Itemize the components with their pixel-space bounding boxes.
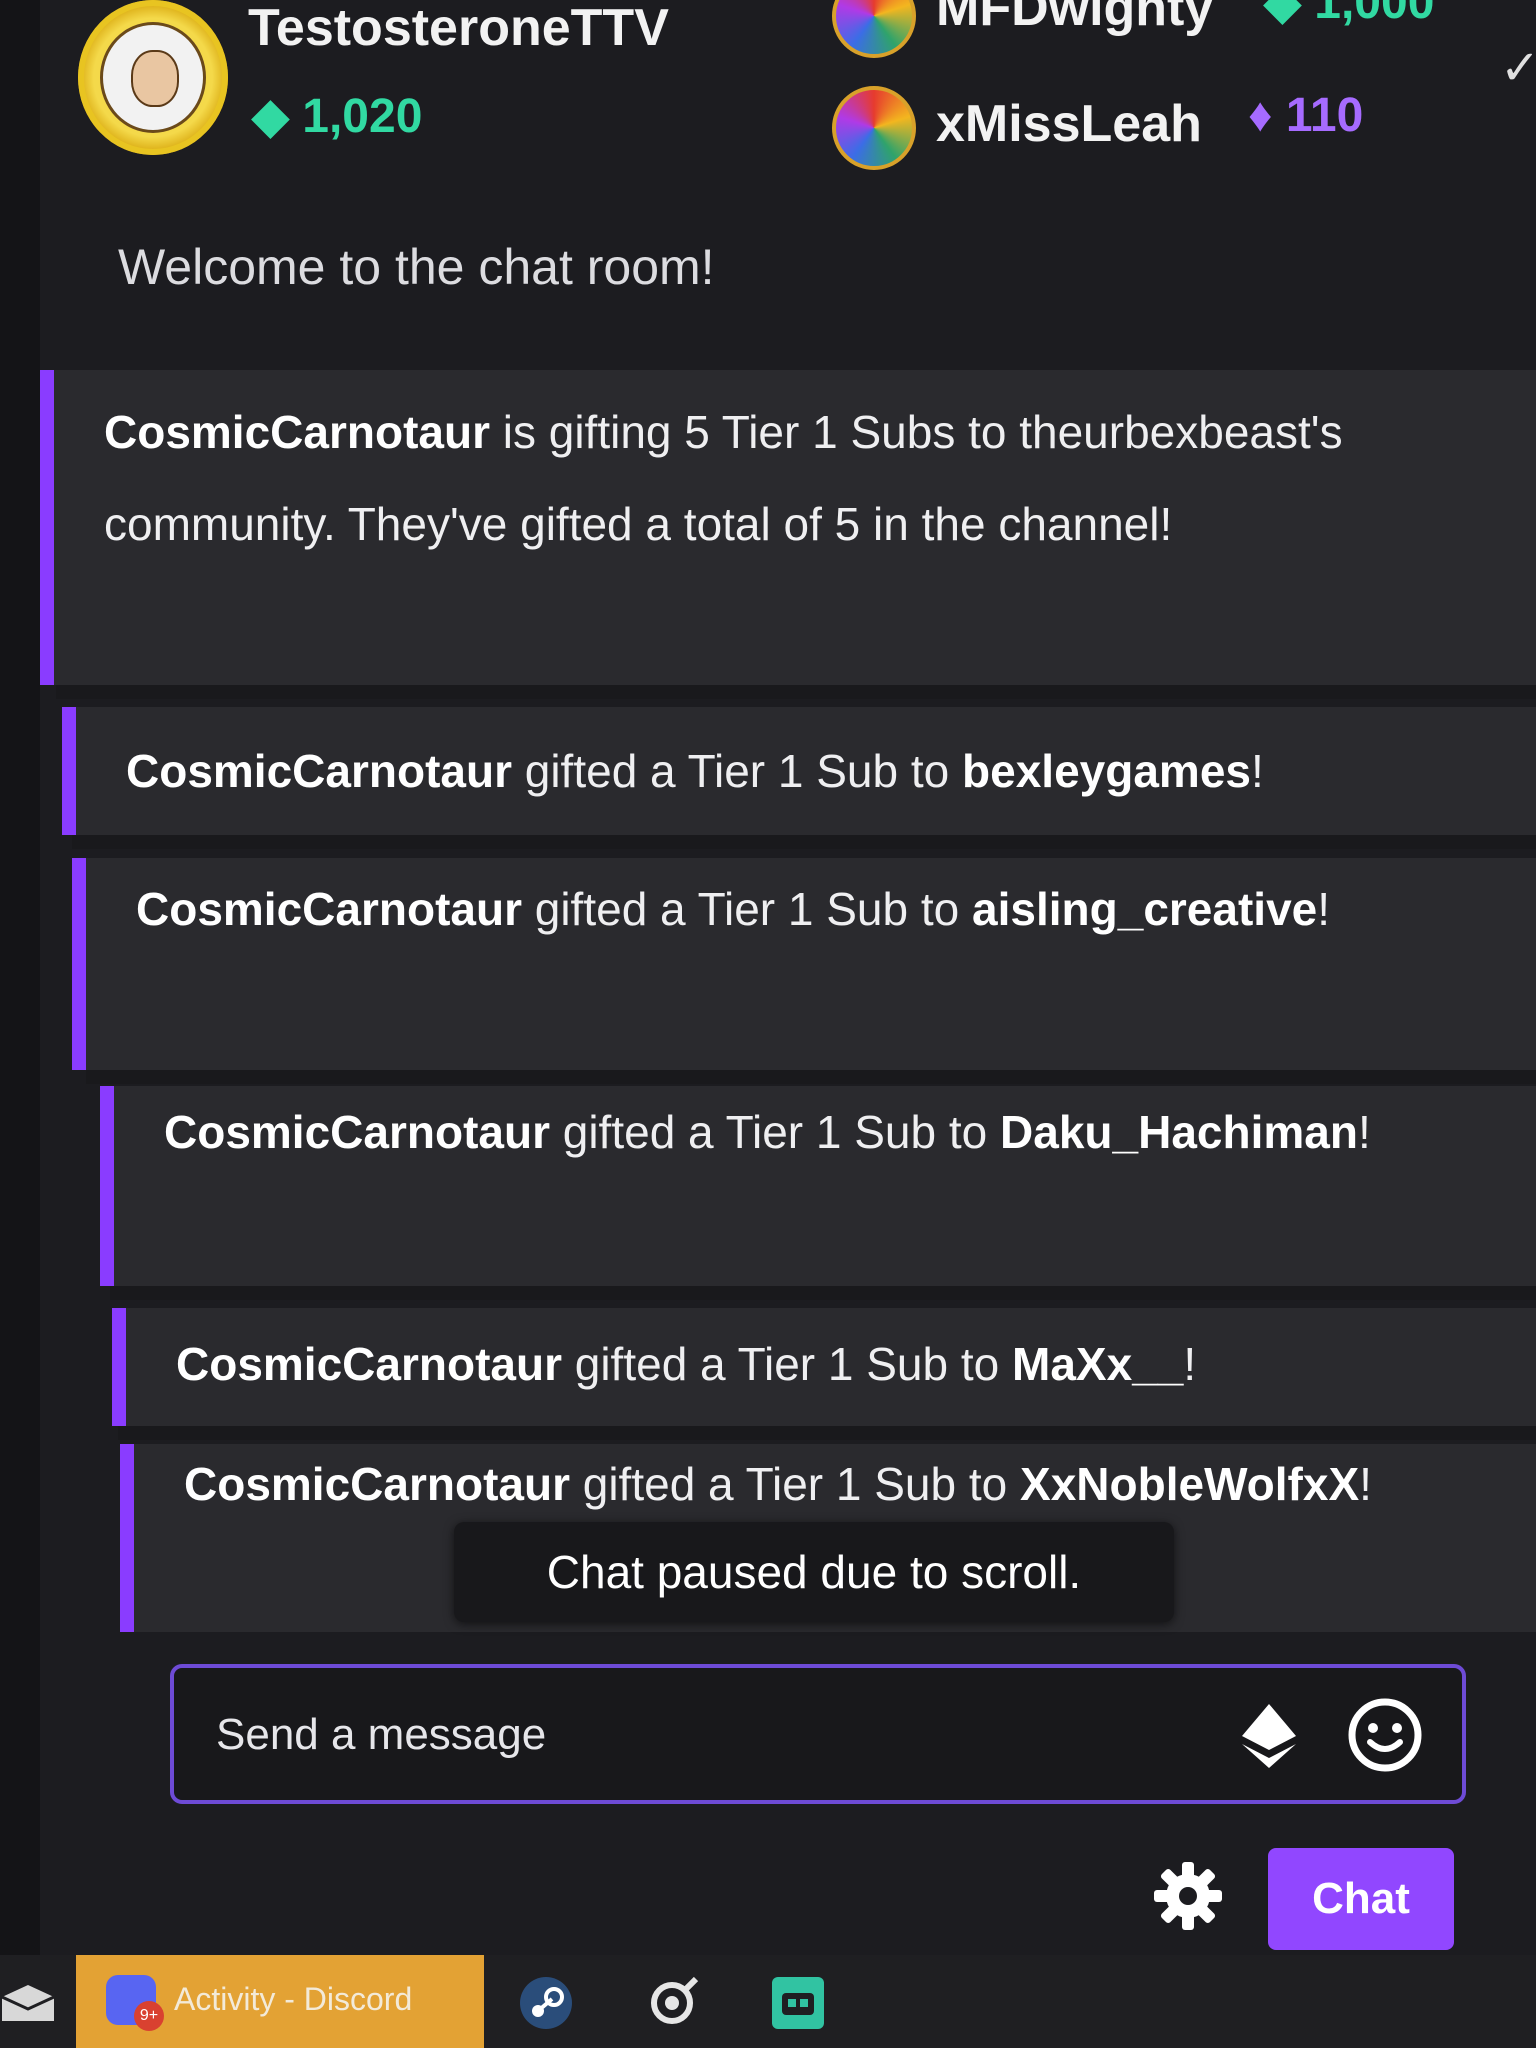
message-recipient[interactable]: bexleygames — [962, 745, 1251, 797]
chat-send-button[interactable]: Chat — [1268, 1848, 1454, 1950]
chat-message: CosmicCarnotaur gifted a Tier 1 Sub to M… — [112, 1308, 1536, 1426]
message-recipient[interactable]: Daku_Hachiman — [1000, 1106, 1358, 1158]
leader-amount-1: ◆ 1,020 — [252, 88, 422, 144]
collapse-chevron-icon[interactable]: ✓ — [1500, 40, 1536, 96]
chat-message: CosmicCarnotaur gifted a Tier 1 Sub to D… — [100, 1086, 1536, 1286]
taskbar: 9+ Activity - Discord — [0, 1955, 1536, 2048]
message-end: ! — [1183, 1338, 1197, 1390]
emote-smile-icon[interactable] — [1346, 1696, 1424, 1774]
leader-amount-3: ♦ 110 — [1248, 88, 1363, 143]
leader-badge-3 — [832, 86, 916, 170]
leader-amount-value-1: 1,020 — [302, 90, 423, 143]
message-input-container — [170, 1664, 1466, 1804]
message-text: gifted a Tier 1 Sub to — [561, 1338, 1013, 1390]
message-username[interactable]: CosmicCarnotaur — [176, 1338, 562, 1390]
bits-icon[interactable] — [1234, 1700, 1304, 1770]
gem-icon: ◆ — [252, 90, 289, 143]
chat-message: CosmicCarnotaur gifted a Tier 1 Sub to b… — [62, 707, 1536, 835]
taskbar-item-label: Activity - Discord — [174, 1981, 413, 2017]
taskbar-item-discord[interactable]: 9+ Activity - Discord — [76, 1955, 484, 2048]
message-username[interactable]: CosmicCarnotaur — [184, 1458, 570, 1510]
message-username[interactable]: CosmicCarnotaur — [126, 745, 512, 797]
mail-icon[interactable] — [0, 1975, 56, 2031]
message-username[interactable]: CosmicCarnotaur — [104, 406, 490, 458]
steelseries-icon[interactable] — [644, 1975, 700, 2031]
chat-paused-notice[interactable]: Chat paused due to scroll. — [454, 1522, 1174, 1622]
message-text: gifted a Tier 1 Sub to — [549, 1106, 1001, 1158]
message-recipient[interactable]: XxNobleWolfxX — [1020, 1458, 1359, 1510]
steam-icon[interactable] — [518, 1975, 574, 2031]
message-text: gifted a Tier 1 Sub to — [511, 745, 963, 797]
leader-name-3[interactable]: xMissLeah — [936, 94, 1202, 154]
message-end: ! — [1317, 883, 1331, 935]
leader-badge-2 — [832, 0, 916, 58]
message-text: gifted a Tier 1 Sub to — [521, 883, 973, 935]
leader-amount-value-2: 1,000 — [1314, 0, 1435, 29]
streamlabs-icon[interactable] — [770, 1975, 826, 2031]
message-end: ! — [1357, 1106, 1371, 1158]
bits-gem-icon: ♦ — [1248, 89, 1273, 142]
message-end: ! — [1359, 1458, 1372, 1510]
message-input[interactable] — [214, 1668, 1178, 1802]
message-username[interactable]: CosmicCarnotaur — [164, 1106, 550, 1158]
gem-icon: ◆ — [1264, 0, 1301, 29]
leader-amount-2: ◆ 1,000 — [1264, 0, 1434, 30]
welcome-message: Welcome to the chat room! — [118, 239, 715, 295]
notification-badge: 9+ — [134, 2001, 164, 2031]
leader-name-1[interactable]: TestosteroneTTV — [248, 0, 669, 58]
left-edge — [0, 0, 40, 1955]
message-recipient[interactable]: MaXx__ — [1012, 1338, 1183, 1390]
message-username[interactable]: CosmicCarnotaur — [136, 883, 522, 935]
message-recipient[interactable]: aisling_creative — [972, 883, 1317, 935]
top-gifter-avatar[interactable] — [78, 0, 228, 155]
settings-gear-icon[interactable] — [1152, 1860, 1224, 1932]
chat-message: CosmicCarnotaur is gifting 5 Tier 1 Subs… — [40, 370, 1536, 685]
chat-panel: TestosteroneTTV ◆ 1,020 MFDwighty ◆ 1,00… — [0, 0, 1536, 1955]
leader-name-2[interactable]: MFDwighty — [936, 0, 1213, 38]
message-end: ! — [1251, 745, 1264, 797]
message-text: gifted a Tier 1 Sub to — [569, 1458, 1021, 1510]
leader-amount-value-3: 110 — [1285, 89, 1364, 142]
chat-message: CosmicCarnotaur gifted a Tier 1 Sub to a… — [72, 858, 1536, 1070]
